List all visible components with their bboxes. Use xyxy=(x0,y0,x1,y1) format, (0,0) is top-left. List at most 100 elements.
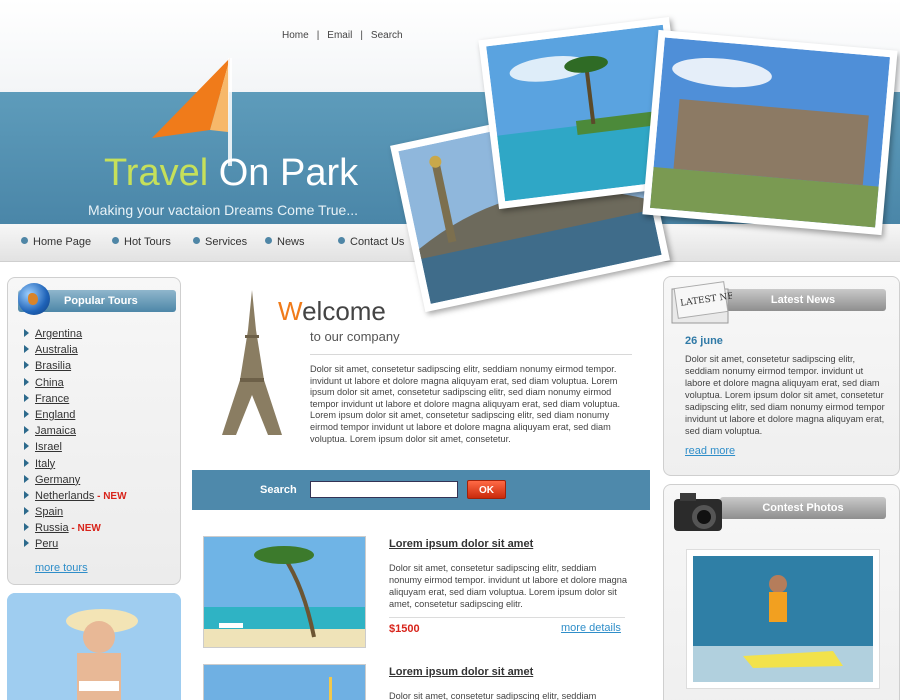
tour-link-netherlands[interactable]: Netherlands xyxy=(35,490,94,502)
tour-image-sea[interactable] xyxy=(203,664,366,700)
welcome-text: Dolor sit amet, consetetur sadipscing el… xyxy=(310,364,621,444)
menu-bullet-icon xyxy=(21,237,28,244)
menu-item-contact-us[interactable]: Contact Us xyxy=(338,236,404,248)
list-item: Israel xyxy=(24,439,127,455)
tour-link-russia[interactable]: Russia xyxy=(35,522,69,534)
arrow-right-icon xyxy=(24,409,29,418)
camera-icon xyxy=(674,493,722,531)
list-item: Peru xyxy=(24,536,127,552)
contest-photo[interactable] xyxy=(686,549,880,689)
arrow-right-icon xyxy=(24,474,29,483)
arrow-right-icon xyxy=(24,539,29,548)
list-item: Spain xyxy=(24,504,127,520)
search-input[interactable] xyxy=(310,481,458,498)
latest-news-header: Latest News xyxy=(720,289,886,311)
search-label: Search xyxy=(260,484,297,496)
arrow-right-icon xyxy=(24,507,29,516)
site-logo-title[interactable]: Travel On Park xyxy=(104,152,358,195)
menu-item-news[interactable]: News xyxy=(265,236,305,248)
top-nav-search-link[interactable]: Search xyxy=(371,30,403,41)
arrow-right-icon xyxy=(24,377,29,386)
tour-title[interactable]: Lorem ipsum dolor sit amet xyxy=(389,666,533,678)
list-item: Italy xyxy=(24,456,127,472)
contest-photos-title: Contest Photos xyxy=(762,502,844,514)
top-nav: Home | Email | Search xyxy=(282,30,403,41)
arrow-right-icon xyxy=(24,523,29,532)
list-item: Russia - NEW xyxy=(24,520,127,536)
tour-link-jamaica[interactable]: Jamaica xyxy=(35,425,76,437)
promo-photo-woman xyxy=(7,593,181,700)
logo-title-travel: Travel xyxy=(104,152,209,194)
menu-item-label: Services xyxy=(205,236,248,248)
menu-bullet-icon xyxy=(338,237,345,244)
tour-image-beach[interactable] xyxy=(203,536,366,648)
menu-item-label: Home Page xyxy=(33,236,92,248)
welcome-title: Welcome xyxy=(278,296,386,327)
site-tagline: Making your vactaion Dreams Come True... xyxy=(88,202,358,218)
top-nav-email-link[interactable]: Email xyxy=(327,30,352,41)
tour-link-england[interactable]: England xyxy=(35,409,75,421)
tour-description: Dolor sit amet, consetetur sadipscing el… xyxy=(389,563,627,609)
read-more-link[interactable]: read more xyxy=(685,445,735,457)
arrow-right-icon xyxy=(24,345,29,354)
colosseum-photo-image xyxy=(649,37,891,228)
contest-photos-panel: Contest Photos xyxy=(663,484,900,700)
menu-bullet-icon xyxy=(193,237,200,244)
sea-photo-image xyxy=(204,665,365,700)
welcome-subtitle: to our company xyxy=(310,329,400,344)
tour-link-italy[interactable]: Italy xyxy=(35,458,55,470)
tour-link-israel[interactable]: Israel xyxy=(35,441,62,453)
arrow-right-icon xyxy=(24,442,29,451)
tour-price: $1500 xyxy=(389,623,420,635)
tour-link-spain[interactable]: Spain xyxy=(35,506,63,518)
menu-item-label: Contact Us xyxy=(350,236,405,248)
news-text: Dolor sit amet, consetetur sadipscing el… xyxy=(685,354,885,436)
arrow-right-icon xyxy=(24,393,29,402)
list-item: China xyxy=(24,375,127,391)
menu-bullet-icon xyxy=(112,237,119,244)
newspaper-icon: LATEST NEWS xyxy=(671,281,732,324)
tour-link-germany[interactable]: Germany xyxy=(35,474,80,486)
list-item: Australia xyxy=(24,342,127,358)
menu-item-services[interactable]: Services xyxy=(193,236,247,248)
tour-divider xyxy=(389,617,625,618)
arrow-right-icon xyxy=(24,426,29,435)
arrow-right-icon xyxy=(24,329,29,337)
menu-item-hot-tours[interactable]: Hot Tours xyxy=(112,236,171,248)
tour-link-peru[interactable]: Peru xyxy=(35,538,58,550)
more-details-link[interactable]: more details xyxy=(561,622,621,634)
tour-link-france[interactable]: France xyxy=(35,393,69,405)
search-bar: Search OK xyxy=(192,470,650,510)
tour-description: Dolor sit amet, consetetur sadipscing el… xyxy=(389,691,597,700)
tour-link-brasilia[interactable]: Brasilia xyxy=(35,360,71,372)
top-nav-home-link[interactable]: Home xyxy=(282,30,309,41)
list-item: Netherlands - NEW xyxy=(24,488,127,504)
arrow-right-icon xyxy=(24,458,29,467)
popular-tours-panel: Popular Tours Argentina Australia Brasil… xyxy=(7,277,181,585)
latest-news-panel: Latest News LATEST NEWS 26 june Dolor si… xyxy=(663,276,900,476)
menu-bullet-icon xyxy=(265,237,272,244)
contest-photos-header: Contest Photos xyxy=(720,497,886,519)
tour-link-argentina[interactable]: Argentina xyxy=(35,328,82,340)
more-tours-link[interactable]: more tours xyxy=(35,562,88,574)
menu-item-label: Hot Tours xyxy=(124,236,171,248)
news-date: 26 june xyxy=(685,335,723,347)
popular-tours-title: Popular Tours xyxy=(64,295,138,307)
search-ok-button[interactable]: OK xyxy=(467,480,506,499)
tour-link-australia[interactable]: Australia xyxy=(35,344,78,356)
new-badge: - NEW xyxy=(94,490,127,502)
welcome-title-initial: W xyxy=(278,296,303,326)
list-item: England xyxy=(24,407,127,423)
jetski-photo-image xyxy=(693,556,873,682)
latest-news-title: Latest News xyxy=(770,294,836,306)
list-item: Argentina xyxy=(24,326,127,342)
menu-item-home-page[interactable]: Home Page xyxy=(21,236,91,248)
header-photo-colosseum xyxy=(642,29,898,236)
globe-icon xyxy=(18,283,50,315)
menu-item-label: News xyxy=(277,236,305,248)
tour-link-china[interactable]: China xyxy=(35,377,64,389)
logo-title-on-park: On Park xyxy=(208,152,359,194)
top-nav-separator: | xyxy=(360,30,363,41)
woman-photo-image xyxy=(7,593,181,700)
tour-title[interactable]: Lorem ipsum dolor sit amet xyxy=(389,538,533,550)
